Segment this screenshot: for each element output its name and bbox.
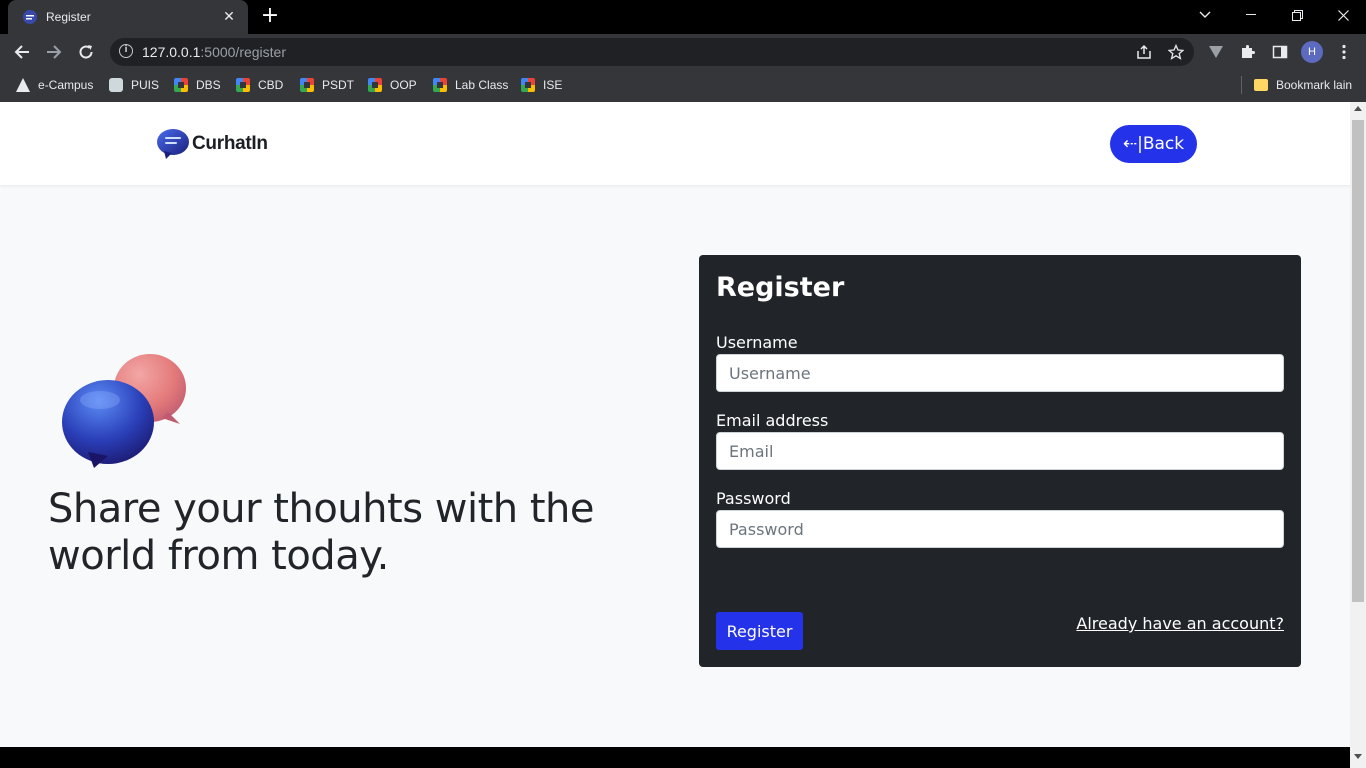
brand-name: CurhatIn <box>192 133 268 154</box>
back-button[interactable]: ⇠|Back <box>1110 125 1197 163</box>
bookmark-e-campus[interactable]: e-Campus <box>16 76 93 94</box>
classroom-icon <box>236 78 250 92</box>
bookmark-psdt[interactable]: PSDT <box>300 76 354 94</box>
classroom-icon <box>300 78 314 92</box>
scroll-down-arrow-icon[interactable] <box>1354 754 1362 759</box>
email-label: Email address <box>716 411 829 430</box>
username-label: Username <box>716 333 798 352</box>
scrollbar-thumb[interactable] <box>1352 120 1364 602</box>
tab-close-icon[interactable]: ✕ <box>220 9 238 25</box>
back-arrow-icon[interactable] <box>10 40 34 64</box>
extensions-puzzle-icon[interactable] <box>1238 42 1258 62</box>
page-viewport: CurhatIn ⇠|Back Share your thouhts with … <box>0 102 1350 747</box>
page-footer-strip <box>0 747 1350 768</box>
folder-icon <box>1254 79 1268 91</box>
form-title: Register <box>716 272 845 303</box>
bookmark-lab-class[interactable]: Lab Class <box>433 76 508 94</box>
other-bookmarks-folder[interactable]: Bookmark lain <box>1254 76 1352 94</box>
tab-search-icon[interactable] <box>1182 0 1228 30</box>
tab-title: Register <box>46 10 91 24</box>
share-icon[interactable] <box>1134 42 1154 62</box>
classroom-icon <box>433 78 447 92</box>
password-input[interactable] <box>716 510 1284 548</box>
register-button[interactable]: Register <box>716 612 803 650</box>
bookmark-cbd[interactable]: CBD <box>236 76 283 94</box>
email-input[interactable] <box>716 432 1284 470</box>
url-text[interactable]: 127.0.0.1:5000/register <box>142 44 286 60</box>
bookmark-oop[interactable]: OOP <box>368 76 417 94</box>
tab-register[interactable]: Register ✕ <box>8 0 248 34</box>
restore-icon[interactable] <box>1274 0 1320 30</box>
bookmark-star-icon[interactable] <box>1166 42 1186 62</box>
classroom-icon <box>368 78 382 92</box>
site-navbar: CurhatIn ⇠|Back <box>0 102 1350 185</box>
puis-icon <box>109 78 123 92</box>
bookmark-ise[interactable]: ISE <box>521 76 562 94</box>
classroom-icon <box>521 78 535 92</box>
hero-tagline: Share your thouhts with the world from t… <box>48 486 594 579</box>
chat-bubbles-illustration <box>62 354 186 468</box>
close-window-icon[interactable] <box>1320 0 1366 30</box>
reload-icon[interactable] <box>74 40 98 64</box>
classroom-icon <box>174 78 188 92</box>
password-label: Password <box>716 489 791 508</box>
vpn-extension-icon[interactable] <box>1206 42 1226 62</box>
login-link[interactable]: Already have an account? <box>1076 614 1284 633</box>
minimize-icon[interactable] <box>1228 0 1274 30</box>
chat-bubble-logo-icon <box>157 129 189 159</box>
profile-avatar[interactable]: H <box>1301 41 1323 63</box>
new-tab-icon[interactable]: + <box>258 5 282 29</box>
register-card: Register Username Email address Password… <box>699 255 1301 667</box>
side-panel-icon[interactable] <box>1270 42 1290 62</box>
forward-arrow-icon[interactable] <box>42 40 66 64</box>
scroll-up-arrow-icon[interactable] <box>1354 106 1362 111</box>
menu-kebab-icon[interactable] <box>1334 42 1354 62</box>
bookmark-dbs[interactable]: DBS <box>174 76 221 94</box>
bookmarks-separator <box>1241 76 1242 94</box>
e-campus-icon <box>16 78 30 92</box>
username-input[interactable] <box>716 354 1284 392</box>
brand-link[interactable]: CurhatIn <box>156 127 268 161</box>
favicon-icon <box>23 10 37 24</box>
site-info-icon[interactable]: i <box>119 44 133 58</box>
tab-strip: Register ✕ + <box>0 0 1366 34</box>
bookmark-puis[interactable]: PUIS <box>109 76 159 94</box>
